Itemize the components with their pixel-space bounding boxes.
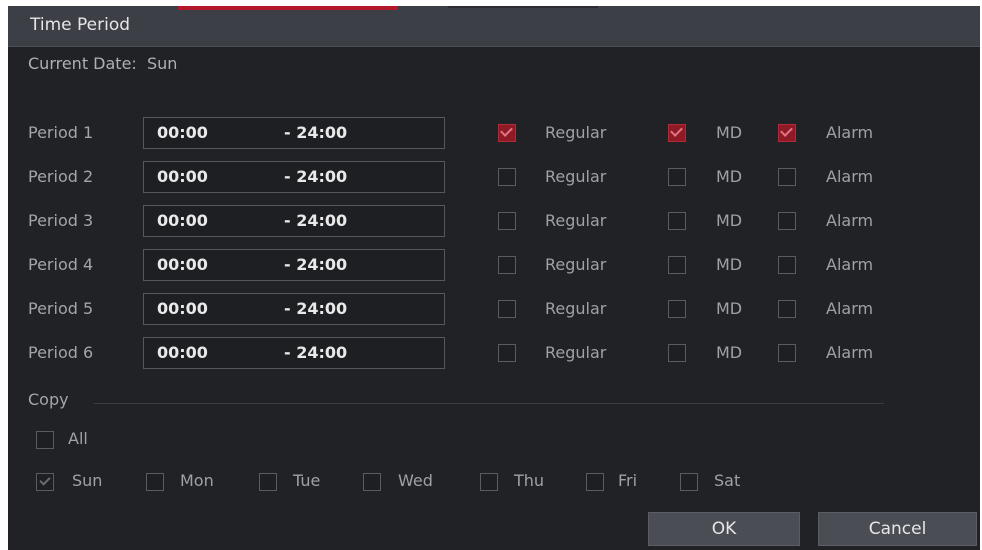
alarm-label: Alarm xyxy=(826,255,874,274)
period-time-input[interactable]: 00:00 - 24:00 xyxy=(143,293,445,325)
current-date: Current Date: Sun xyxy=(28,54,177,73)
active-tab-indicator xyxy=(178,6,398,10)
regular-label: Regular xyxy=(545,343,607,362)
md-checkbox[interactable] xyxy=(668,168,686,186)
md-label: MD xyxy=(716,167,743,186)
md-checkbox[interactable] xyxy=(668,212,686,230)
regular-checkbox[interactable] xyxy=(498,300,516,318)
period-row-6: Period 6 00:00 - 24:00 Regular MD Alarm xyxy=(8,337,980,369)
period-time-input[interactable]: 00:00 - 24:00 xyxy=(143,161,445,193)
regular-label: Regular xyxy=(545,211,607,230)
alarm-checkbox[interactable] xyxy=(778,256,796,274)
regular-checkbox[interactable] xyxy=(498,256,516,274)
alarm-checkbox[interactable] xyxy=(778,300,796,318)
period-start-time[interactable]: 00:00 xyxy=(157,211,208,230)
copy-divider xyxy=(94,403,884,404)
alarm-checkbox[interactable] xyxy=(778,344,796,362)
ok-button[interactable]: OK xyxy=(648,512,800,546)
alarm-label: Alarm xyxy=(826,123,874,142)
cancel-button[interactable]: Cancel xyxy=(818,512,977,546)
period-end-time[interactable]: - 24:00 xyxy=(284,167,347,186)
period-label: Period 4 xyxy=(28,255,94,274)
alarm-label: Alarm xyxy=(826,299,874,318)
time-period-dialog: Time Period Current Date: Sun Period 1 0… xyxy=(8,6,980,550)
copy-all-checkbox[interactable] xyxy=(36,431,54,449)
md-label: MD xyxy=(716,211,743,230)
regular-checkbox[interactable] xyxy=(498,124,516,142)
period-row-5: Period 5 00:00 - 24:00 Regular MD Alarm xyxy=(8,293,980,325)
copy-day-mon-label: Mon xyxy=(180,471,214,490)
period-start-time[interactable]: 00:00 xyxy=(157,343,208,362)
period-start-time[interactable]: 00:00 xyxy=(157,167,208,186)
period-row-1: Period 1 00:00 - 24:00 Regular MD Alarm xyxy=(8,117,980,149)
period-row-4: Period 4 00:00 - 24:00 Regular MD Alarm xyxy=(8,249,980,281)
copy-day-sat-checkbox[interactable] xyxy=(680,473,698,491)
copy-section-label: Copy xyxy=(28,390,69,409)
md-checkbox[interactable] xyxy=(668,256,686,274)
period-label: Period 5 xyxy=(28,299,94,318)
copy-day-wed-label: Wed xyxy=(398,471,433,490)
dialog-title: Time Period xyxy=(30,15,131,35)
alarm-label: Alarm xyxy=(826,167,874,186)
period-start-time[interactable]: 00:00 xyxy=(157,299,208,318)
md-label: MD xyxy=(716,343,743,362)
current-date-value: Sun xyxy=(146,54,178,73)
period-start-time[interactable]: 00:00 xyxy=(157,255,208,274)
period-end-time[interactable]: - 24:00 xyxy=(284,211,347,230)
md-checkbox[interactable] xyxy=(668,344,686,362)
md-label: MD xyxy=(716,123,743,142)
alarm-checkbox[interactable] xyxy=(778,168,796,186)
regular-checkbox[interactable] xyxy=(498,212,516,230)
copy-day-sun-label: Sun xyxy=(72,471,103,490)
copy-day-sun-checkbox xyxy=(36,473,54,491)
md-checkbox[interactable] xyxy=(668,124,686,142)
current-date-label: Current Date: xyxy=(28,54,137,73)
period-label: Period 6 xyxy=(28,343,94,362)
alarm-label: Alarm xyxy=(826,343,874,362)
copy-day-thu-label: Thu xyxy=(514,471,545,490)
copy-day-wed-checkbox[interactable] xyxy=(363,473,381,491)
period-start-time[interactable]: 00:00 xyxy=(157,123,208,142)
period-end-time[interactable]: - 24:00 xyxy=(284,299,347,318)
period-end-time[interactable]: - 24:00 xyxy=(284,255,347,274)
period-time-input[interactable]: 00:00 - 24:00 xyxy=(143,117,445,149)
title-bar: Time Period xyxy=(8,6,980,47)
alarm-checkbox[interactable] xyxy=(778,212,796,230)
period-end-time[interactable]: - 24:00 xyxy=(284,123,347,142)
copy-day-fri-label: Fri xyxy=(618,471,638,490)
copy-all-label: All xyxy=(68,429,88,448)
alarm-label: Alarm xyxy=(826,211,874,230)
copy-day-thu-checkbox[interactable] xyxy=(480,473,498,491)
regular-checkbox[interactable] xyxy=(498,168,516,186)
period-time-input[interactable]: 00:00 - 24:00 xyxy=(143,249,445,281)
md-label: MD xyxy=(716,255,743,274)
regular-checkbox[interactable] xyxy=(498,344,516,362)
md-checkbox[interactable] xyxy=(668,300,686,318)
period-label: Period 2 xyxy=(28,167,94,186)
regular-label: Regular xyxy=(545,123,607,142)
copy-day-tue-label: Tue xyxy=(293,471,321,490)
period-label: Period 1 xyxy=(28,123,94,142)
md-label: MD xyxy=(716,299,743,318)
copy-day-fri-checkbox[interactable] xyxy=(586,473,604,491)
period-row-2: Period 2 00:00 - 24:00 Regular MD Alarm xyxy=(8,161,980,193)
period-time-input[interactable]: 00:00 - 24:00 xyxy=(143,337,445,369)
copy-day-tue-checkbox[interactable] xyxy=(259,473,277,491)
period-label: Period 3 xyxy=(28,211,94,230)
copy-day-sat-label: Sat xyxy=(714,471,741,490)
alarm-checkbox[interactable] xyxy=(778,124,796,142)
period-time-input[interactable]: 00:00 - 24:00 xyxy=(143,205,445,237)
period-end-time[interactable]: - 24:00 xyxy=(284,343,347,362)
regular-label: Regular xyxy=(545,299,607,318)
regular-label: Regular xyxy=(545,255,607,274)
regular-label: Regular xyxy=(545,167,607,186)
period-row-3: Period 3 00:00 - 24:00 Regular MD Alarm xyxy=(8,205,980,237)
copy-day-mon-checkbox[interactable] xyxy=(146,473,164,491)
inactive-tab-indicator xyxy=(448,6,598,8)
